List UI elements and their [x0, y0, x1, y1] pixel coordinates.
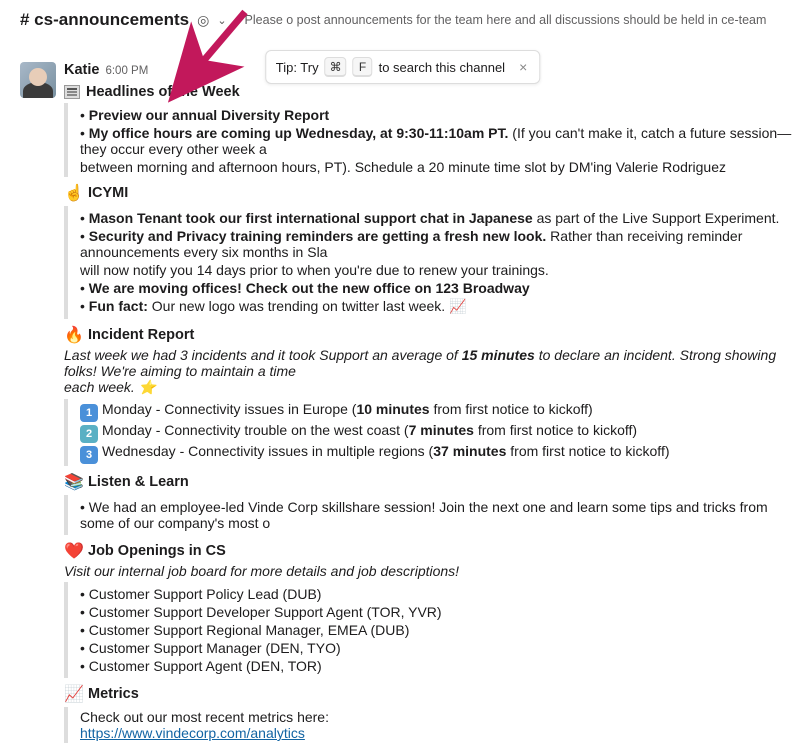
- num-1-icon: 1: [80, 404, 98, 422]
- tip-suffix: to search this channel: [379, 60, 505, 75]
- section-incident: 🔥 Incident Report Last week we had 3 inc…: [64, 325, 805, 466]
- heart-icon: ❤️: [64, 541, 82, 561]
- list-item-cont: between morning and afternoon hours, PT)…: [80, 159, 805, 175]
- sender-name[interactable]: Katie: [64, 62, 99, 78]
- message-time: 6:00 PM: [105, 65, 148, 77]
- list-item: We are moving offices! Check out the new…: [80, 280, 805, 296]
- section-icymi: ☝️ ICYMI Mason Tenant took our first int…: [64, 183, 805, 319]
- metrics-link[interactable]: https://www.vindecorp.com/analytics: [80, 725, 305, 741]
- chevron-down-icon[interactable]: ⌄: [217, 14, 226, 27]
- num-2-icon: 2: [80, 425, 98, 443]
- section-intro-cont: each week. ⭐: [64, 379, 805, 396]
- chart-icon: 📈: [64, 684, 82, 704]
- metrics-intro: Check out our most recent metrics here:: [80, 709, 805, 725]
- point-up-icon: ☝️: [64, 183, 82, 203]
- kbd-f: F: [353, 57, 373, 77]
- section-title: Incident Report: [88, 327, 194, 343]
- section-title: Headlines of the Week: [86, 84, 240, 100]
- section-jobs: ❤️ Job Openings in CS Visit our internal…: [64, 541, 805, 678]
- list-item: Fun fact: Our new logo was trending on t…: [80, 298, 805, 315]
- kbd-cmd: ⌘: [325, 57, 347, 77]
- people-icon[interactable]: ◎: [197, 12, 209, 29]
- list-item: Customer Support Developer Support Agent…: [80, 604, 805, 620]
- list-item: My office hours are coming up Wednesday,…: [80, 125, 805, 157]
- tip-prefix: Tip: Try: [276, 60, 319, 75]
- section-metrics: 📈 Metrics Check out our most recent metr…: [64, 684, 805, 743]
- list-item: Customer Support Agent (DEN, TOR): [80, 658, 805, 674]
- newspaper-icon: [64, 85, 80, 99]
- channel-topic: Please o post announcements for the team…: [245, 13, 767, 27]
- section-listen: 📚 Listen & Learn We had an employee-led …: [64, 472, 805, 535]
- list-item: Preview our annual Diversity Report: [80, 107, 805, 123]
- section-intro: Visit our internal job board for more de…: [64, 563, 805, 579]
- section-title: Job Openings in CS: [88, 543, 226, 559]
- list-item: Security and Privacy training reminders …: [80, 228, 805, 260]
- section-title: Metrics: [88, 686, 139, 702]
- section-title: ICYMI: [88, 185, 128, 201]
- list-item: Customer Support Policy Lead (DUB): [80, 586, 805, 602]
- list-item: Customer Support Manager (DEN, TYO): [80, 640, 805, 656]
- message-row: Katie 6:00 PM Headlines of the Week Prev…: [0, 56, 805, 746]
- section-intro: Last week we had 3 incidents and it took…: [64, 347, 805, 379]
- books-icon: 📚: [64, 472, 82, 492]
- section-title: Listen & Learn: [88, 474, 189, 490]
- list-item: 3Wednesday - Connectivity issues in mult…: [80, 443, 805, 464]
- num-3-icon: 3: [80, 446, 98, 464]
- list-item: We had an employee-led Vinde Corp skills…: [80, 499, 805, 531]
- channel-header: # cs-announcements ◎ ⌄ Please o post ann…: [0, 0, 805, 36]
- avatar[interactable]: [20, 62, 56, 98]
- list-item: Mason Tenant took our first internationa…: [80, 210, 805, 226]
- list-item: Customer Support Regional Manager, EMEA …: [80, 622, 805, 638]
- list-item: 1Monday - Connectivity issues in Europe …: [80, 401, 805, 422]
- close-icon[interactable]: ×: [517, 59, 529, 75]
- list-item: 2Monday - Connectivity trouble on the we…: [80, 422, 805, 443]
- section-headlines: Headlines of the Week Preview our annual…: [64, 84, 805, 177]
- channel-name[interactable]: # cs-announcements: [20, 10, 189, 30]
- search-tip-bar: Tip: Try ⌘ F to search this channel ×: [265, 50, 541, 84]
- list-item-cont: will now notify you 14 days prior to whe…: [80, 262, 805, 278]
- fire-icon: 🔥: [64, 325, 82, 345]
